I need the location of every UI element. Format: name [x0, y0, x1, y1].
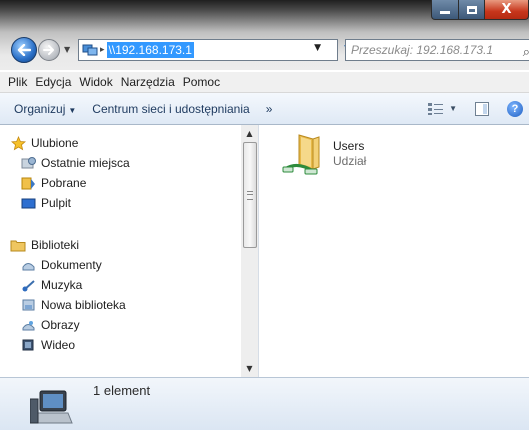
documents-icon [20, 257, 36, 273]
organize-label: Organizuj [14, 101, 66, 116]
nav-libraries[interactable]: Biblioteki [10, 235, 79, 255]
recent-places-icon [20, 155, 36, 171]
nav-label: Pobrane [41, 176, 87, 190]
menu-file[interactable]: Plik [0, 75, 31, 89]
desktop-icon [20, 195, 36, 211]
network-center-button[interactable]: Centrum sieci i udostępniania [84, 102, 257, 116]
address-bar[interactable]: ▸ \\192.168.173.1 ▼ ↻ [78, 39, 354, 61]
forward-arrow-icon [43, 45, 54, 55]
back-button[interactable] [11, 37, 37, 63]
content-pane: Users Udział [259, 125, 529, 377]
nav-label: Nowa biblioteka [41, 298, 126, 312]
recent-pages-dropdown-icon[interactable]: ▼ [64, 45, 70, 54]
chevron-down-icon: ▼ [68, 105, 77, 115]
nav-label: Obrazy [41, 318, 80, 332]
downloads-icon [20, 175, 36, 191]
search-icon[interactable]: ⌕ [523, 42, 529, 62]
address-chevron-icon[interactable]: ▸ [100, 45, 105, 55]
minimize-icon [440, 11, 450, 14]
nav-documents[interactable]: Dokumenty [20, 255, 102, 275]
videos-icon [20, 337, 36, 353]
star-icon [10, 135, 26, 151]
maximize-icon [466, 5, 477, 14]
nav-label: Biblioteki [31, 238, 80, 252]
scroll-up-icon[interactable]: ▲ [241, 125, 258, 142]
menu-help[interactable]: Pomoc [179, 75, 224, 89]
shared-folder-item[interactable]: Users Udział [279, 131, 439, 181]
scrollbar-thumb[interactable] [243, 142, 257, 248]
nav-desktop[interactable]: Pulpit [20, 193, 71, 213]
item-type: Udział [333, 154, 367, 168]
command-bar-right: ▼ ? [427, 93, 529, 124]
address-dropdown-icon[interactable]: ▼ [314, 43, 321, 53]
help-icon[interactable]: ? [507, 100, 523, 117]
nav-favorites[interactable]: Ulubione [10, 133, 78, 153]
maximize-button[interactable] [459, 0, 485, 20]
title-bar: X ▼ ▸ \\192.168.173.1 ▼ ↻ Przeszukaj: 19… [0, 0, 529, 70]
nav-label: Wideo [41, 338, 76, 352]
search-input[interactable]: Przeszukaj: 192.168.173.1 ⌕ [345, 39, 529, 61]
network-icon [82, 42, 98, 58]
nav-label: Ulubione [31, 136, 79, 150]
menu-view[interactable]: Widok [75, 75, 116, 89]
libraries-icon [10, 237, 26, 253]
pictures-icon [20, 317, 36, 333]
change-view-icon[interactable] [427, 102, 445, 116]
command-bar: Organizuj ▼ Centrum sieci i udostępniania… [0, 93, 529, 125]
address-path[interactable]: \\192.168.173.1 [106, 42, 194, 58]
new-library-icon [20, 297, 36, 313]
view-dropdown-icon[interactable]: ▼ [449, 104, 457, 113]
nav-new-library[interactable]: Nowa biblioteka [20, 295, 126, 315]
shared-folder-text: Users Udział [333, 131, 366, 181]
nav-label: Muzyka [41, 278, 83, 292]
network-computer-icon [29, 387, 74, 427]
shared-folder-icon [279, 131, 333, 179]
preview-pane-icon[interactable] [475, 101, 489, 116]
window-controls: X [431, 0, 529, 20]
search-placeholder: Przeszukaj: 192.168.173.1 [351, 43, 494, 57]
nav-videos[interactable]: Wideo [20, 335, 75, 355]
navigation-scrollbar[interactable]: ▲ ▼ [241, 125, 258, 377]
item-name: Users [333, 139, 365, 153]
nav-pictures[interactable]: Obrazy [20, 315, 80, 335]
minimize-button[interactable] [431, 0, 459, 20]
back-arrow-icon [17, 44, 31, 56]
grip-icon [247, 191, 253, 200]
nav-label: Ostatnie miejsca [41, 156, 130, 170]
menu-tools[interactable]: Narzędzia [117, 75, 179, 89]
nav-recent-places[interactable]: Ostatnie miejsca [20, 153, 130, 173]
nav-music[interactable]: Muzyka [20, 275, 82, 295]
organize-button[interactable]: Organizuj ▼ [0, 102, 84, 116]
close-button[interactable]: X [485, 0, 529, 20]
close-icon: X [501, 2, 512, 17]
scroll-down-icon[interactable]: ▼ [241, 360, 258, 377]
nav-label: Pulpit [41, 196, 72, 210]
item-count: 1 element [93, 383, 151, 398]
menu-bar: Plik Edycja Widok Narzędzia Pomoc [0, 72, 529, 93]
music-icon [20, 277, 36, 293]
details-pane: 1 element [0, 377, 529, 430]
menu-edit[interactable]: Edycja [31, 75, 75, 89]
more-commands-button[interactable]: » [258, 102, 281, 116]
navigation-pane: Ulubione Ostatnie miejsca Pobrane Pulpit… [0, 125, 259, 377]
nav-downloads[interactable]: Pobrane [20, 173, 86, 193]
forward-button[interactable] [38, 39, 60, 61]
nav-label: Dokumenty [41, 258, 102, 272]
